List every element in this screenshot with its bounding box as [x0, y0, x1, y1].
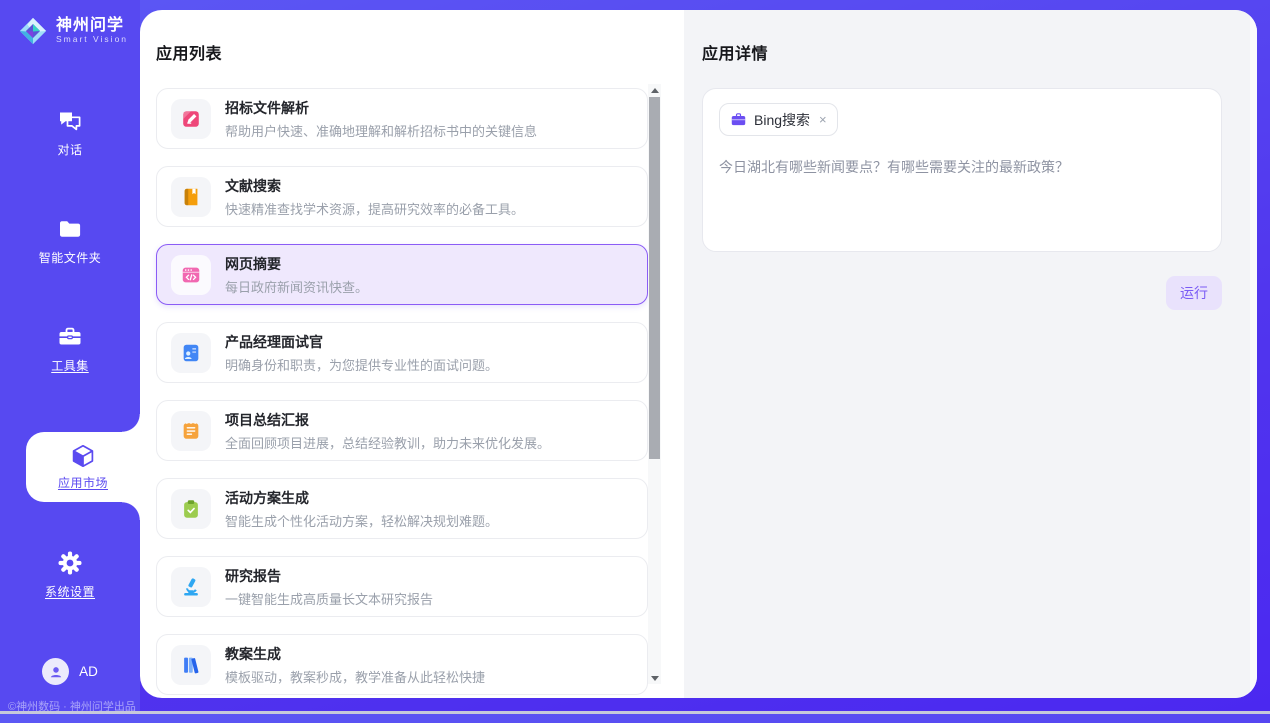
app-list-item[interactable]: 产品经理面试官 明确身份和职责，为您提供专业性的面试问题。: [156, 322, 648, 383]
app-item-texts: 招标文件解析 帮助用户快速、准确地理解和解析招标书中的关键信息: [225, 98, 537, 140]
toolbox-icon: [57, 324, 83, 350]
app-item-texts: 项目总结汇报 全面回顾项目进展，总结经验教训，助力未来优化发展。: [225, 410, 550, 452]
person-icon: [42, 658, 69, 685]
sidebar-item[interactable]: 工具集: [0, 324, 140, 374]
edit-document-icon: [171, 99, 211, 139]
prompt-text[interactable]: 今日湖北有哪些新闻要点？有哪些需要关注的最新政策？: [719, 157, 1205, 177]
app-detail-title: 应用详情: [702, 40, 1222, 64]
sidebar-nav: 对话 智能文件夹 工具集 应用市场 系统设置: [0, 108, 140, 658]
microscope-icon: [171, 567, 211, 607]
copyright: ©神州数码 · 神州问学出品: [0, 685, 140, 723]
webpage-code-icon: [171, 255, 211, 295]
app-list-item[interactable]: 教案生成 模板驱动，教案秒成，教学准备从此轻松快捷: [156, 634, 648, 695]
tool-chip-label: Bing搜索: [754, 110, 810, 130]
app-title: 研究报告: [225, 566, 433, 586]
briefcase-icon: [730, 111, 747, 128]
app-item-texts: 产品经理面试官 明确身份和职责，为您提供专业性的面试问题。: [225, 332, 498, 374]
app-item-texts: 研究报告 一键智能生成高质量长文本研究报告: [225, 566, 433, 608]
scrollbar-thumb[interactable]: [649, 97, 660, 459]
main-content: 应用列表 招标文件解析 帮助用户快速、准确地理解和解析招标书中的关键信息 文献搜…: [140, 10, 1257, 698]
composer-toolbar: [719, 223, 1205, 241]
app-title: 招标文件解析: [225, 98, 537, 118]
brand-text: 神州问学 Smart Vision: [56, 17, 128, 45]
user-name: AD: [79, 664, 98, 679]
app-title: 网页摘要: [225, 254, 368, 274]
app-description: 一键智能生成高质量长文本研究报告: [225, 589, 433, 608]
list-scrollbar[interactable]: [648, 84, 661, 684]
note-icon: [171, 411, 211, 451]
app-list-item[interactable]: 招标文件解析 帮助用户快速、准确地理解和解析招标书中的关键信息: [156, 88, 648, 149]
app-item-texts: 网页摘要 每日政府新闻资讯快查。: [225, 254, 368, 296]
app-description: 明确身份和职责，为您提供专业性的面试问题。: [225, 355, 498, 374]
app-description: 帮助用户快速、准确地理解和解析招标书中的关键信息: [225, 121, 537, 140]
sidebar-item[interactable]: 智能文件夹: [0, 216, 140, 266]
run-button[interactable]: 运行: [1166, 276, 1222, 310]
gear-icon: [57, 550, 83, 576]
app-description: 快速精准查找学术资源，提高研究效率的必备工具。: [225, 199, 524, 218]
sidebar-item-label: 工具集: [51, 357, 89, 374]
app-title: 项目总结汇报: [225, 410, 550, 430]
books-icon: [171, 645, 211, 685]
sidebar-item-label: 应用市场: [58, 474, 108, 491]
app-list-item[interactable]: 活动方案生成 智能生成个性化活动方案，轻松解决规划难题。: [156, 478, 648, 539]
interviewer-icon: [171, 333, 211, 373]
diamond-logo-icon: [18, 16, 48, 46]
app-list-item[interactable]: 文献搜索 快速精准查找学术资源，提高研究效率的必备工具。: [156, 166, 648, 227]
app-detail-pane: 应用详情 Bing搜索 × 今日湖北有哪些新闻要点？有哪些需要关注的最新政策？ …: [684, 10, 1257, 698]
user-profile[interactable]: AD: [0, 658, 140, 685]
brand: 神州问学 Smart Vision: [0, 0, 140, 46]
scroll-up-arrow[interactable]: [648, 84, 661, 96]
app-description: 全面回顾项目进展，总结经验教训，助力未来优化发展。: [225, 433, 550, 452]
sidebar: 神州问学 Smart Vision 对话 智能文件夹 工具集 应用市场 系统设置…: [0, 0, 140, 714]
app-item-texts: 教案生成 模板驱动，教案秒成，教学准备从此轻松快捷: [225, 644, 485, 686]
app-description: 模板驱动，教案秒成，教学准备从此轻松快捷: [225, 667, 485, 686]
app-title: 教案生成: [225, 644, 485, 664]
app-item-texts: 文献搜索 快速精准查找学术资源，提高研究效率的必备工具。: [225, 176, 524, 218]
app-list-item[interactable]: 研究报告 一键智能生成高质量长文本研究报告: [156, 556, 648, 617]
app-list-pane: 应用列表 招标文件解析 帮助用户快速、准确地理解和解析招标书中的关键信息 文献搜…: [140, 10, 684, 698]
chip-close-icon[interactable]: ×: [819, 112, 827, 127]
app-title: 文献搜索: [225, 176, 524, 196]
sidebar-item[interactable]: 应用市场: [26, 432, 140, 502]
app-list-item[interactable]: 项目总结汇报 全面回顾项目进展，总结经验教训，助力未来优化发展。: [156, 400, 648, 461]
sidebar-item[interactable]: 系统设置: [0, 550, 140, 600]
book-icon: [171, 177, 211, 217]
sidebar-item-label: 智能文件夹: [39, 249, 102, 266]
prompt-card: Bing搜索 × 今日湖北有哪些新闻要点？有哪些需要关注的最新政策？: [702, 88, 1222, 252]
tool-chip[interactable]: Bing搜索 ×: [719, 103, 838, 136]
app-list: 招标文件解析 帮助用户快速、准确地理解和解析招标书中的关键信息 文献搜索 快速精…: [156, 88, 648, 695]
app-item-texts: 活动方案生成 智能生成个性化活动方案，轻松解决规划难题。: [225, 488, 498, 530]
brand-name: 神州问学: [56, 17, 128, 35]
brand-subtitle: Smart Vision: [56, 35, 128, 45]
folder-icon: [57, 216, 83, 242]
app-list-title: 应用列表: [156, 40, 684, 64]
scroll-down-arrow[interactable]: [648, 672, 661, 684]
app-title: 产品经理面试官: [225, 332, 498, 352]
app-description: 每日政府新闻资讯快查。: [225, 277, 368, 296]
app-description: 智能生成个性化活动方案，轻松解决规划难题。: [225, 511, 498, 530]
sidebar-item-label: 对话: [57, 141, 82, 158]
sidebar-item-label: 系统设置: [45, 583, 95, 600]
run-row: 运行: [702, 276, 1222, 310]
cube-icon: [70, 443, 96, 469]
chat-icon: [57, 108, 83, 134]
app-title: 活动方案生成: [225, 488, 498, 508]
clipboard-check-icon: [171, 489, 211, 529]
sidebar-item[interactable]: 对话: [0, 108, 140, 158]
app-list-item[interactable]: 网页摘要 每日政府新闻资讯快查。: [156, 244, 648, 305]
